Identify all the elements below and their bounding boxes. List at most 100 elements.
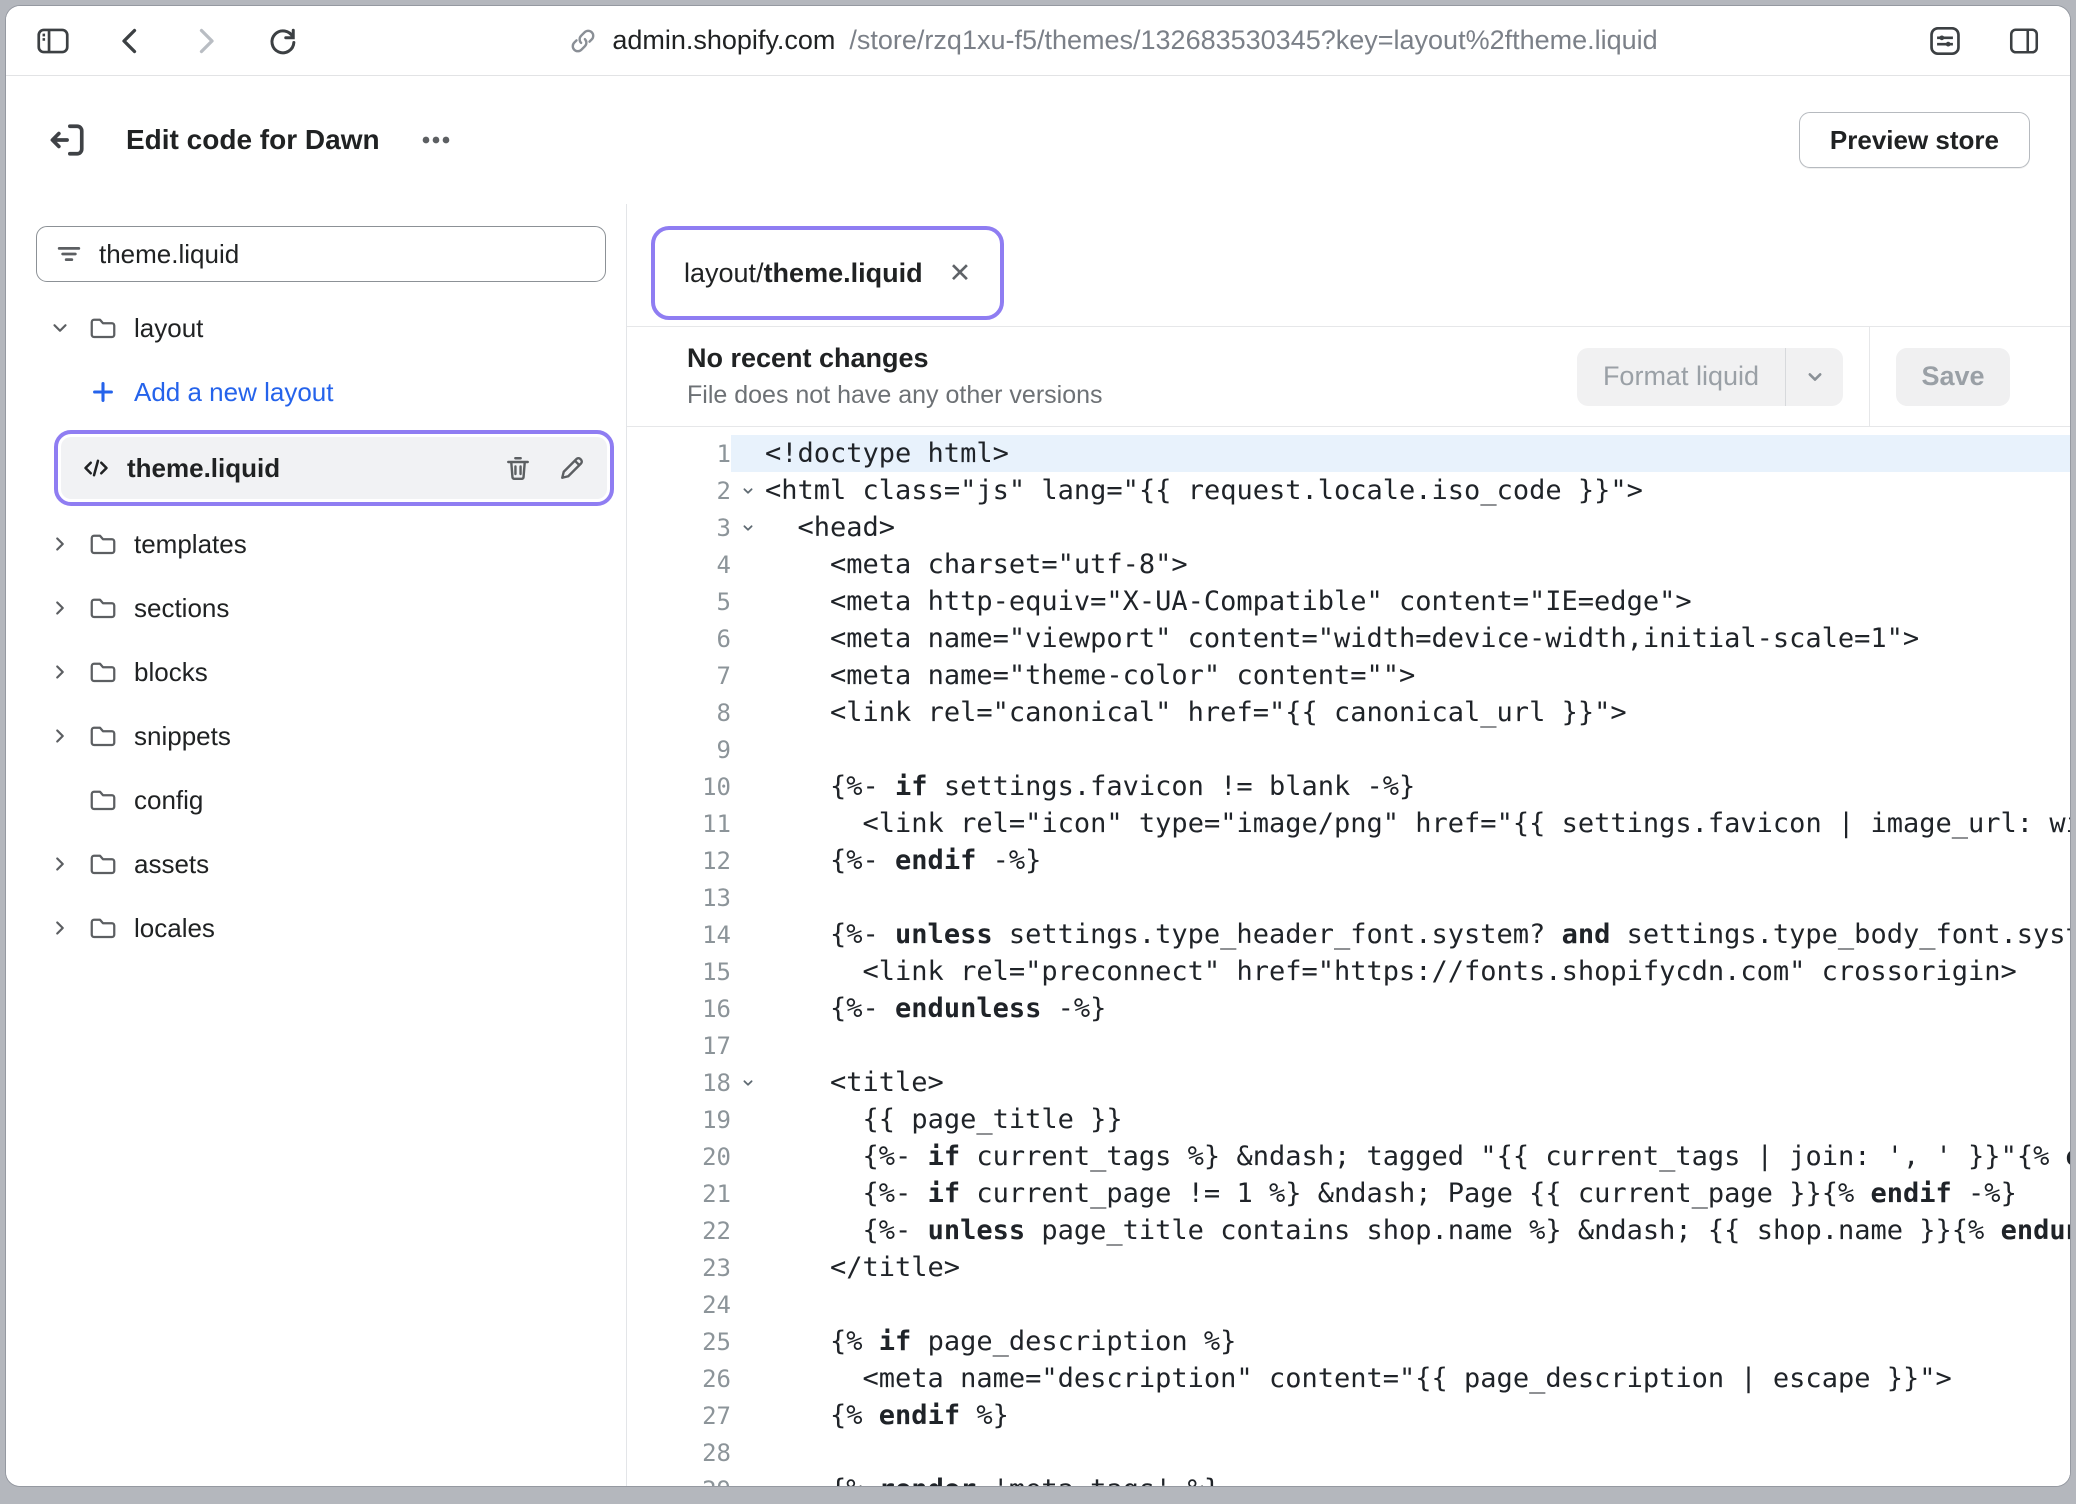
sidebar-item-assets[interactable]: assets (36, 832, 606, 896)
format-dropdown-button[interactable] (1785, 348, 1843, 406)
code-text: <link rel="preconnect" href="https://fon… (765, 956, 2017, 987)
folder-icon (88, 721, 118, 751)
code-line[interactable]: 19 {{ page_title }} (627, 1101, 2070, 1138)
code-text: <html class="js" lang="{{ request.locale… (765, 475, 1643, 506)
back-button[interactable] (112, 23, 148, 59)
folder-label: locales (134, 913, 215, 944)
tree-chevron[interactable] (48, 917, 72, 939)
preview-store-button[interactable]: Preview store (1799, 112, 2030, 168)
code-line[interactable]: 17 (627, 1027, 2070, 1064)
code-line[interactable]: 3 <head> (627, 509, 2070, 546)
code-line[interactable]: 1<!doctype html> (627, 435, 2070, 472)
sidebar-item-blocks[interactable]: blocks (36, 640, 606, 704)
code-line[interactable]: 12 {%- endif -%} (627, 842, 2070, 879)
code-line[interactable]: 26 <meta name="description" content="{{ … (627, 1360, 2070, 1397)
fold-toggle[interactable] (731, 482, 765, 500)
file-search-input[interactable] (99, 239, 587, 270)
sidebar-item-add-a-new-layout[interactable]: Add a new layout (36, 360, 606, 424)
sidebar-item-snippets[interactable]: snippets (36, 704, 606, 768)
file-search-box[interactable] (36, 226, 606, 282)
tree-chevron[interactable] (48, 533, 72, 555)
exit-icon (46, 118, 90, 162)
tree-chevron[interactable] (48, 317, 72, 339)
delete-file-button[interactable] (503, 453, 533, 483)
code-line[interactable]: 11 <link rel="icon" type="image/png" hre… (627, 805, 2070, 842)
file-sidebar: layout Add a new layout theme.liquid templa… (6, 204, 627, 1486)
code-line[interactable]: 8 <link rel="canonical" href="{{ canonic… (627, 694, 2070, 731)
code-line[interactable]: 5 <meta http-equiv="X-UA-Compatible" con… (627, 583, 2070, 620)
code-line[interactable]: 24 (627, 1286, 2070, 1323)
code-line[interactable]: 4 <meta charset="utf-8"> (627, 546, 2070, 583)
exit-editor-button[interactable] (46, 118, 90, 162)
tab-bar: layout/theme.liquid ✕ (627, 204, 2070, 327)
split-view-icon (2006, 23, 2042, 59)
rename-file-button[interactable] (557, 453, 587, 483)
tree-chevron[interactable] (48, 661, 72, 683)
reload-button[interactable] (264, 23, 300, 59)
code-text: <head> (765, 512, 895, 543)
line-number: 12 (627, 847, 731, 875)
code-line[interactable]: 23 </title> (627, 1249, 2070, 1286)
code-line[interactable]: 13 (627, 879, 2070, 916)
fold-toggle[interactable] (731, 519, 765, 537)
code-text: {%- endif -%} (765, 845, 1041, 876)
code-line[interactable]: 14 {%- unless settings.type_header_font.… (627, 916, 2070, 953)
line-number: 25 (627, 1328, 731, 1356)
more-actions-button[interactable] (416, 120, 456, 160)
code-line[interactable]: 22 {%- unless page_title contains shop.n… (627, 1212, 2070, 1249)
code-line[interactable]: 10 {%- if settings.favicon != blank -%} (627, 768, 2070, 805)
code-editor[interactable]: 1<!doctype html>2<html class="js" lang="… (627, 427, 2070, 1486)
sidebar-item-locales[interactable]: locales (36, 896, 606, 960)
save-button[interactable]: Save (1896, 348, 2010, 406)
code-line[interactable]: 29 {% render 'meta-tags' %} (627, 1471, 2070, 1486)
line-number: 23 (627, 1254, 731, 1282)
forward-button[interactable] (188, 23, 224, 59)
url-bar[interactable]: admin.shopify.com/store/rzq1xu-f5/themes… (568, 25, 1657, 56)
sidebar-item-config[interactable]: config (36, 768, 606, 832)
format-liquid-button[interactable]: Format liquid (1577, 348, 1785, 406)
code-line[interactable]: 15 <link rel="preconnect" href="https://… (627, 953, 2070, 990)
code-line[interactable]: 7 <meta name="theme-color" content=""> (627, 657, 2070, 694)
back-arrow-icon (112, 23, 148, 59)
tab-close-button[interactable]: ✕ (949, 260, 972, 287)
sidebar-item-templates[interactable]: templates (36, 512, 606, 576)
add-layout-label: Add a new layout (134, 377, 333, 408)
code-line[interactable]: 25 {% if page_description %} (627, 1323, 2070, 1360)
edit-icon (557, 453, 587, 483)
forward-arrow-icon (188, 23, 224, 59)
code-line[interactable]: 28 (627, 1434, 2070, 1471)
code-line[interactable]: 6 <meta name="viewport" content="width=d… (627, 620, 2070, 657)
line-number: 20 (627, 1143, 731, 1171)
page-title: Edit code for Dawn (126, 124, 380, 156)
code-line[interactable]: 16 {%- endunless -%} (627, 990, 2070, 1027)
url-path: /store/rzq1xu-f5/themes/132683530345?key… (849, 25, 1657, 56)
browser-toolbar: admin.shopify.com/store/rzq1xu-f5/themes… (6, 6, 2070, 76)
code-line[interactable]: 21 {%- if current_page != 1 %} &ndash; P… (627, 1175, 2070, 1212)
code-text: <meta name="theme-color" content=""> (765, 660, 1415, 691)
file-label: theme.liquid (127, 453, 280, 484)
page-settings-button[interactable] (1926, 22, 1964, 60)
tree-chevron[interactable] (48, 597, 72, 619)
code-line[interactable]: 18 <title> (627, 1064, 2070, 1101)
tree-chevron[interactable] (48, 853, 72, 875)
trash-icon (503, 453, 533, 483)
folder-icon (88, 913, 118, 943)
tree-chevron[interactable] (48, 725, 72, 747)
line-number: 18 (627, 1069, 731, 1097)
code-line[interactable]: 2<html class="js" lang="{{ request.local… (627, 472, 2070, 509)
fold-toggle[interactable] (731, 1074, 765, 1092)
sidebar-item-layout[interactable]: layout (36, 296, 606, 360)
sidebar-item-theme-liquid[interactable]: theme.liquid (61, 437, 607, 499)
tab-theme-liquid[interactable]: layout/theme.liquid ✕ (660, 235, 995, 311)
code-line[interactable]: 20 {%- if current_tags %} &ndash; tagged… (627, 1138, 2070, 1175)
sidebar-item-sections[interactable]: sections (36, 576, 606, 640)
folder-icon (88, 657, 118, 687)
line-number: 6 (627, 625, 731, 653)
line-number: 10 (627, 773, 731, 801)
code-line[interactable]: 9 (627, 731, 2070, 768)
url-host: admin.shopify.com (612, 25, 835, 56)
split-view-button[interactable] (2006, 23, 2042, 59)
code-text: <!doctype html> (765, 438, 1009, 469)
code-line[interactable]: 27 {% endif %} (627, 1397, 2070, 1434)
sidebar-toggle-button[interactable] (34, 22, 72, 60)
